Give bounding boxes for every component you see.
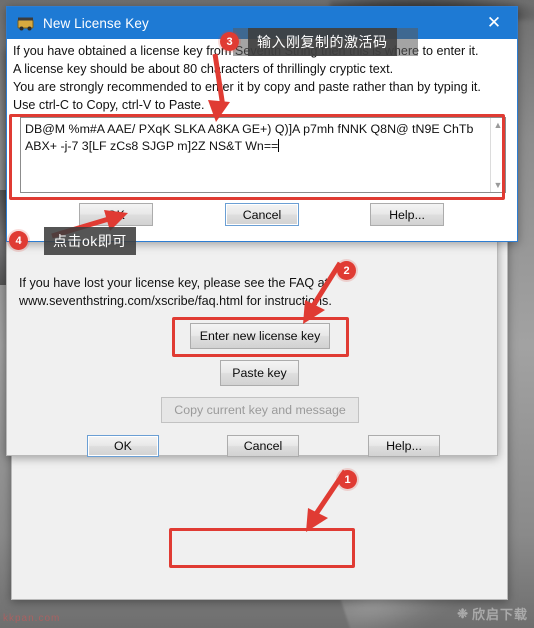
middle-paragraph-0: If you have lost your license key, pleas… [19, 276, 329, 290]
text-caret [278, 138, 280, 152]
front-help-button[interactable]: Help... [370, 203, 444, 226]
paste-key-button[interactable]: Paste key [220, 360, 299, 386]
front-ok-button[interactable]: OK [79, 203, 153, 226]
annotation-3-tooltip: 输入刚复制的激活码 [248, 28, 397, 56]
annotation-4-tooltip: 点击ok即可 [44, 227, 136, 255]
annotation-1-badge: 1 [338, 470, 357, 489]
copy-current-key-and-message-button: Copy current key and message [161, 397, 359, 423]
license-key-value: DB@M %m#A AAE/ PXqK SLKA A8KA GE+) Q)]A … [21, 118, 505, 157]
middle-ok-button[interactable]: OK [87, 435, 159, 457]
license-key-input[interactable]: DB@M %m#A AAE/ PXqK SLKA A8KA GE+) Q)]A … [20, 117, 506, 193]
scroll-up-icon[interactable]: ▲ [494, 120, 503, 130]
annotation-3-badge: 3 [220, 32, 239, 51]
middle-cancel-button[interactable]: Cancel [227, 435, 299, 457]
front-paragraph-1: A license key should be about 80 charact… [13, 62, 394, 76]
middle-help-button[interactable]: Help... [368, 435, 440, 457]
app-icon [17, 16, 34, 31]
enter-new-license-key-button[interactable]: Enter new license key [190, 323, 330, 349]
front-cancel-button[interactable]: Cancel [225, 203, 299, 226]
front-paragraph-3: Use ctrl-C to Copy, ctrl-V to Paste. [13, 98, 205, 112]
scroll-down-icon[interactable]: ▼ [494, 180, 503, 190]
annotation-4-badge: 4 [9, 231, 28, 250]
license-key-text: DB@M %m#A AAE/ PXqK SLKA A8KA GE+) Q)]A … [25, 122, 477, 153]
close-icon[interactable]: ✕ [471, 7, 517, 39]
license-key-scrollbar[interactable]: ▲ ▼ [490, 118, 505, 192]
window-title: New License Key [43, 15, 149, 31]
annotation-2-badge: 2 [337, 261, 356, 280]
front-paragraph-2: You are strongly recommended to enter it… [13, 80, 481, 94]
new-license-key-content: If you have obtained a license key from … [7, 39, 517, 241]
middle-paragraph-1: www.seventhstring.com/xscribe/faq.html f… [19, 294, 332, 308]
